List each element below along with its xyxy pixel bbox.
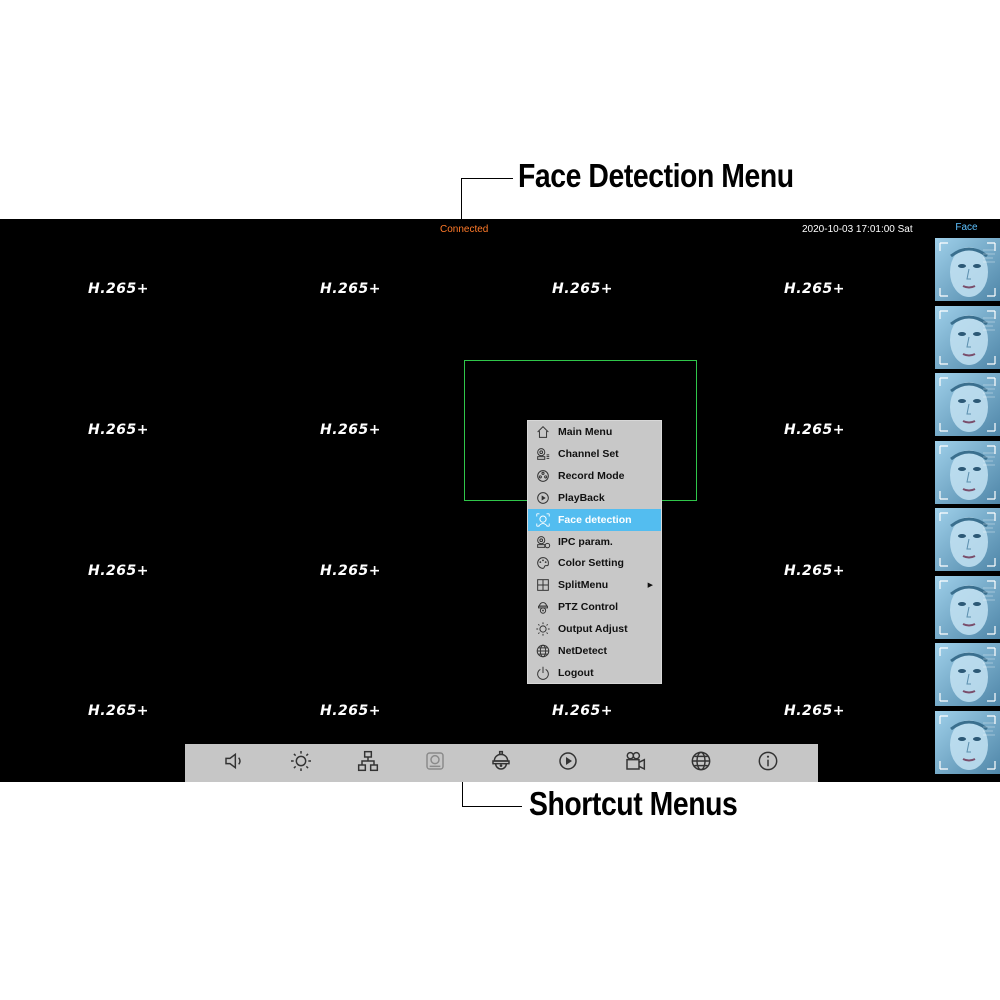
brightness-icon: [528, 618, 558, 640]
callout-leader-line-bottom-h: [462, 806, 522, 807]
shortcut-toolbar: [185, 744, 818, 782]
menu-item-main-menu[interactable]: Main Menu: [528, 421, 661, 443]
channel-codec-label: H.265+: [88, 703, 149, 719]
power-icon: [528, 662, 558, 684]
connection-status: Connected: [440, 224, 489, 235]
submenu-arrow-icon: ▶: [647, 582, 653, 590]
channel-codec-label: H.265+: [784, 563, 845, 579]
channel-codec-label: H.265+: [784, 703, 845, 719]
menu-item-label: IPC param.: [558, 535, 613, 548]
palette-icon: [528, 552, 558, 574]
info-shortcut-button[interactable]: [754, 749, 782, 777]
menu-item-playback[interactable]: PlayBack: [528, 487, 661, 509]
face-thumbnail[interactable]: [935, 508, 1000, 571]
menu-item-label: Channel Set: [558, 447, 619, 460]
ptz-dome-icon: [489, 749, 513, 778]
channel-codec-label: H.265+: [88, 422, 149, 438]
playback-shortcut-button[interactable]: [554, 749, 582, 777]
channel-codec-label: H.265+: [552, 703, 613, 719]
video-camera-icon: [623, 749, 647, 778]
callout-leader-line-top-h: [461, 178, 513, 179]
menu-item-label: Main Menu: [558, 426, 613, 438]
playback-icon: [556, 749, 580, 778]
volume-icon: [222, 749, 246, 778]
face-thumbnail[interactable]: [935, 440, 1000, 504]
globe-icon: [689, 749, 713, 778]
split-grid-icon: [528, 574, 558, 596]
face-thumbnail[interactable]: [935, 710, 1000, 774]
video-camera-shortcut-button[interactable]: [621, 749, 649, 777]
menu-item-splitmenu[interactable]: SplitMenu ▶: [528, 574, 661, 596]
volume-shortcut-button[interactable]: [220, 749, 248, 777]
channel-codec-label: H.265+: [784, 422, 845, 438]
hard-disk-shortcut-button[interactable]: [421, 749, 449, 777]
menu-item-record-mode[interactable]: Record Mode: [528, 465, 661, 487]
channel-codec-label: H.265+: [88, 563, 149, 579]
info-icon: [756, 749, 780, 778]
datetime-display: 2020-10-03 17:01:00 Sat: [802, 224, 913, 235]
channel-set-icon: [528, 443, 558, 465]
menu-item-label: Output Adjust: [558, 623, 628, 636]
channel-codec-label: H.265+: [320, 281, 381, 297]
shortcut-menus-callout: Shortcut Menus: [529, 785, 738, 822]
menu-item-color-setting[interactable]: Color Setting: [528, 552, 661, 574]
menu-item-label: Logout: [558, 666, 594, 679]
menu-item-label: Face detection: [558, 513, 632, 526]
globe-shortcut-button[interactable]: [687, 749, 715, 777]
menu-item-netdetect[interactable]: NetDetect: [528, 640, 661, 662]
network-icon: [356, 749, 380, 778]
brightness-shortcut-button[interactable]: [287, 749, 315, 777]
menu-item-label: PTZ Control: [558, 601, 619, 614]
menu-item-label: NetDetect: [558, 645, 608, 657]
menu-item-label: Color Setting: [558, 557, 624, 570]
face-thumbnail[interactable]: [935, 238, 1000, 301]
home-icon: [528, 421, 558, 443]
menu-item-label: PlayBack: [558, 491, 605, 504]
menu-item-channel-set[interactable]: Channel Set: [528, 443, 661, 465]
menu-item-face-detection[interactable]: Face detection: [528, 508, 661, 531]
record-mode-icon: [528, 465, 558, 487]
menu-item-ipc-param[interactable]: IPC param.: [528, 531, 661, 553]
channel-codec-label: H.265+: [784, 281, 845, 297]
face-thumbnail[interactable]: [935, 305, 1000, 369]
brightness-icon: [289, 749, 313, 778]
face-detection-icon: [528, 509, 558, 531]
callout-leader-line-top-v: [461, 178, 462, 219]
face-detection-menu-callout: Face Detection Menu: [518, 157, 794, 194]
ipc-param-icon: [528, 531, 558, 553]
globe-icon: [528, 640, 558, 662]
channel-codec-label: H.265+: [320, 422, 381, 438]
menu-item-logout[interactable]: Logout: [528, 662, 661, 684]
context-menu: Main Menu Channel Set Record Mode PlayBack F…: [527, 420, 662, 684]
menu-item-label: SplitMenu: [558, 579, 609, 592]
face-thumbnail[interactable]: [935, 575, 1000, 639]
face-thumbnail[interactable]: [935, 643, 1000, 706]
ptz-dome-shortcut-button[interactable]: [487, 749, 515, 777]
channel-codec-label: H.265+: [552, 281, 613, 297]
playback-icon: [528, 487, 558, 509]
face-panel-title: Face: [955, 222, 978, 233]
face-thumbnail[interactable]: [935, 373, 1000, 436]
network-shortcut-button[interactable]: [354, 749, 382, 777]
menu-item-ptz-control[interactable]: PTZ Control: [528, 596, 661, 618]
channel-codec-label: H.265+: [320, 563, 381, 579]
ptz-camera-icon: [528, 596, 558, 618]
channel-codec-label: H.265+: [88, 281, 149, 297]
menu-item-output-adjust[interactable]: Output Adjust: [528, 618, 661, 640]
menu-item-label: Record Mode: [558, 469, 625, 482]
hard-disk-icon: [423, 749, 447, 778]
channel-codec-label: H.265+: [320, 703, 381, 719]
